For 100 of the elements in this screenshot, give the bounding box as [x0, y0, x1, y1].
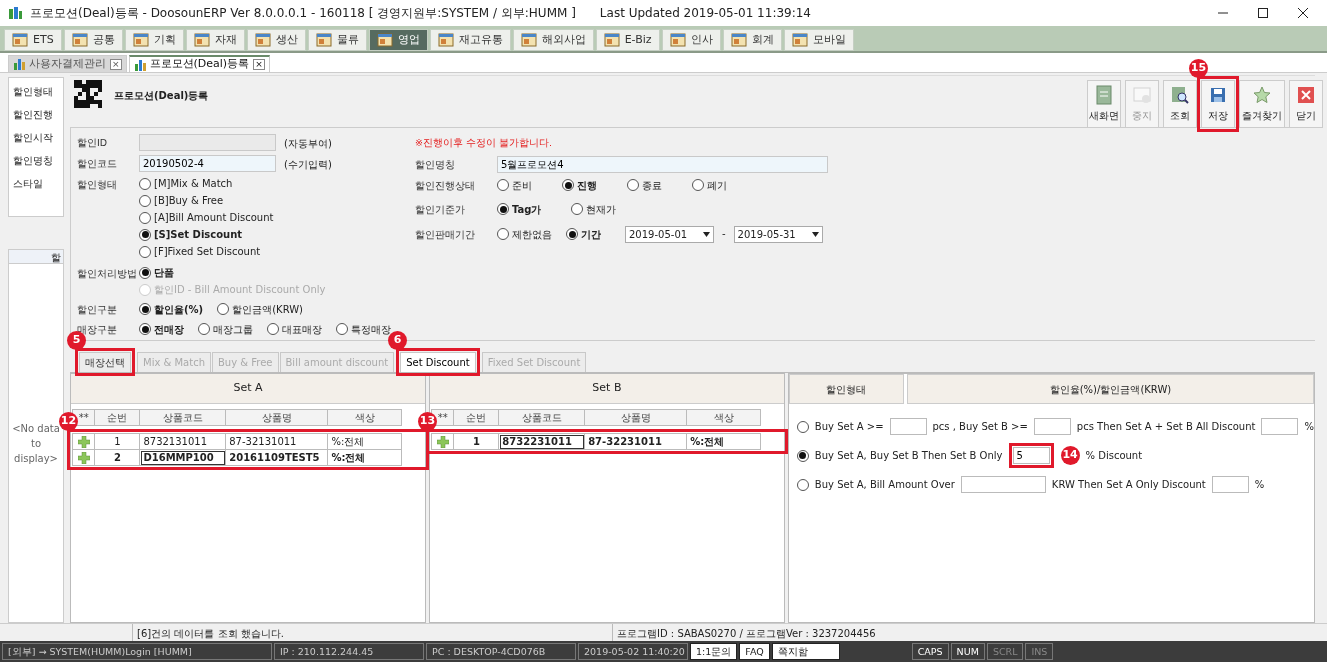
list-item[interactable]: 스타일: [13, 176, 59, 191]
module-tab[interactable]: 생산: [246, 29, 306, 51]
toolbar-button[interactable]: 조회: [1163, 80, 1197, 128]
radio-button[interactable]: 단품: [139, 265, 326, 280]
status-button[interactable]: 1:1문의: [690, 643, 738, 660]
input-field[interactable]: [889, 418, 927, 435]
radio-button[interactable]: 전매장: [139, 321, 184, 338]
tab[interactable]: Set Discount: [400, 352, 476, 372]
table-cell: D16MMP100: [139, 449, 226, 466]
window-title: 프로모션(Deal)등록 - DoosounERP Ver 8.0.0.0.1 - 160118 [ 경영지원부:SYSTEM / 외부:HUMM ]: [30, 5, 576, 22]
radio-button[interactable]: [M]Mix & Match: [139, 176, 274, 191]
column-header: 상품코드: [139, 409, 226, 426]
toolbar-button[interactable]: 새화면: [1087, 80, 1121, 128]
input-field[interactable]: [1211, 476, 1249, 493]
radio-button[interactable]: 종료: [627, 177, 662, 194]
radio-button[interactable]: [B]Buy & Free: [139, 193, 274, 208]
module-tab[interactable]: 회계: [722, 29, 782, 51]
input-field[interactable]: 5: [1012, 447, 1050, 464]
radio-button[interactable]: 폐기: [692, 177, 727, 194]
close-tab-button[interactable]: ×: [110, 58, 122, 70]
close-tab-button[interactable]: ×: [253, 59, 265, 70]
module-tab[interactable]: 공통: [63, 29, 123, 51]
search-icon: [1170, 85, 1190, 105]
radio-button[interactable]: 할인율(%): [139, 301, 204, 318]
radio-button[interactable]: 기간: [566, 225, 601, 243]
field-label: 할인판매기간: [415, 227, 476, 242]
field-label: 할인기준가: [415, 203, 466, 218]
page-title: 프로모션(Deal)등록: [114, 89, 209, 103]
status-cell: 2019-05-02 11:40:20: [578, 643, 688, 660]
status-button[interactable]: FAQ: [739, 643, 770, 660]
module-tab[interactable]: 모바일: [783, 29, 854, 51]
radio-button[interactable]: 진행: [562, 177, 597, 194]
table-cell: 1: [94, 433, 140, 450]
radio-button[interactable]: 대표매장: [267, 321, 322, 338]
input-field[interactable]: [1033, 418, 1071, 435]
option-text: Buy Set A, Buy Set B Then Set B Only: [814, 449, 1003, 463]
column-header: 색상: [327, 409, 402, 426]
module-tab[interactable]: 해외사업: [512, 29, 594, 51]
status-cell: [외부] → SYSTEM(HUMM)Login [HUMM]: [2, 643, 272, 660]
status-button[interactable]: 쪽지함: [771, 643, 840, 660]
toolbar-button[interactable]: 즐겨찾기: [1239, 80, 1285, 128]
radio-button[interactable]: 할인금액(KRW): [217, 301, 303, 318]
column-header: 할인형태: [788, 374, 904, 404]
table-cell: 20161109TEST5: [225, 449, 328, 466]
list-item[interactable]: 할인시작: [13, 130, 59, 145]
toolbar-button[interactable]: 저장: [1201, 80, 1235, 128]
status-cell: PC : DESKTOP-4CD076B: [426, 643, 576, 660]
radio-button[interactable]: [796, 478, 809, 491]
qr-code-icon: [74, 80, 102, 108]
status-cell: CAPS: [911, 643, 949, 660]
list-item[interactable]: 할인진행: [13, 107, 59, 122]
module-tab[interactable]: E-Biz: [595, 29, 660, 51]
list-item[interactable]: 할인명칭: [13, 153, 59, 168]
module-tab[interactable]: 자재: [185, 29, 245, 51]
module-tab[interactable]: ETS: [4, 29, 62, 51]
module-tab[interactable]: 영업: [368, 29, 428, 51]
input-field[interactable]: [1261, 418, 1299, 435]
callout-frame: [75, 348, 135, 376]
radio-button[interactable]: [796, 420, 809, 433]
table-cell: 2: [94, 449, 140, 466]
grid-header: 할: [9, 250, 63, 264]
column-header: 상품코드: [498, 409, 585, 426]
radio-button[interactable]: 매장그룹: [198, 321, 253, 338]
input-field[interactable]: [960, 476, 1046, 493]
date-dropdown[interactable]: 2019-05-01: [625, 225, 714, 243]
list-item[interactable]: 할인형태: [13, 84, 59, 99]
document-icon: [1094, 85, 1114, 105]
document-tab[interactable]: 사용자결제관리 ×: [8, 55, 127, 72]
text-field[interactable]: 5월프로모션4: [497, 156, 828, 173]
radio-button[interactable]: 준비: [497, 177, 532, 194]
star-icon: [1252, 85, 1272, 105]
radio-button[interactable]: 특정매장: [336, 321, 391, 338]
panel-header: Set B: [429, 374, 784, 404]
radio-button[interactable]: Tag가: [497, 201, 542, 218]
callout-badge: 14: [1060, 446, 1080, 465]
toolbar-button[interactable]: 닫기: [1289, 80, 1323, 128]
module-tab[interactable]: 재고유통: [429, 29, 511, 51]
module-tab[interactable]: 인사: [661, 29, 721, 51]
chart-icon: [133, 58, 146, 71]
radio-button[interactable]: [S]Set Discount: [139, 227, 274, 242]
module-tab[interactable]: 기획: [124, 29, 184, 51]
panel-header: Set A: [71, 374, 425, 404]
field-label: 할인코드: [77, 157, 118, 171]
module-tab[interactable]: 물류: [307, 29, 367, 51]
document-tab[interactable]: 프로모션(Deal)등록 ×: [128, 55, 270, 72]
window-icon: [1132, 85, 1152, 105]
radio-button[interactable]: 제한없음: [497, 225, 552, 243]
radio-button[interactable]: [A]Bill Amount Discount: [139, 210, 274, 225]
option-text: %: [1304, 420, 1314, 434]
tab[interactable]: 매장선택: [79, 352, 131, 372]
radio-button[interactable]: 현재가: [571, 201, 617, 218]
radio-button[interactable]: [796, 449, 809, 462]
window-icon: [12, 33, 28, 47]
date-dropdown[interactable]: 2019-05-31: [733, 225, 823, 243]
window-icon: [193, 33, 210, 47]
close-icon: [1296, 85, 1316, 105]
table-cell: 8732131011: [139, 433, 226, 450]
radio-button[interactable]: [F]Fixed Set Discount: [139, 244, 274, 259]
text-field[interactable]: 20190502-4: [139, 155, 276, 172]
table-cell: %:전체: [327, 433, 402, 450]
